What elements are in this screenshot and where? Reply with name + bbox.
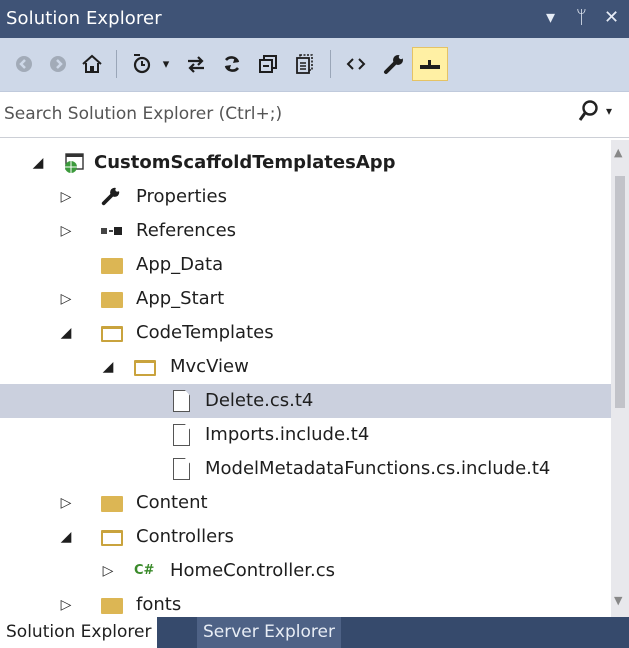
tree-item-label: App_Data: [136, 254, 224, 275]
pin-icon[interactable]: ᛘ: [576, 7, 587, 28]
expand-triangle-icon[interactable]: ◢: [30, 153, 46, 173]
folder-icon: [101, 292, 123, 308]
folder-open-icon: [101, 326, 123, 342]
show-all-files-icon: [296, 54, 313, 74]
pending-changes-dropdown[interactable]: ▾: [156, 47, 176, 81]
folder-icon: [101, 598, 123, 614]
csharp-file-icon: C#: [134, 563, 155, 578]
refresh-button[interactable]: [214, 47, 250, 81]
search-options-dropdown-icon[interactable]: ▾: [606, 104, 612, 118]
collapse-all-button[interactable]: [250, 47, 286, 81]
tree-item-app-start[interactable]: ▷ App_Start: [0, 282, 611, 316]
tree-item-label: Imports.include.t4: [205, 424, 370, 445]
file-icon: [173, 424, 190, 446]
search-input[interactable]: [4, 100, 564, 128]
tab-solution-explorer[interactable]: Solution Explorer: [0, 617, 158, 648]
references-icon: [100, 219, 124, 243]
folder-icon: [101, 258, 123, 274]
forward-button[interactable]: [40, 47, 76, 81]
tree-item-label: Controllers: [136, 526, 234, 547]
tree-item-delete-cs-t4[interactable]: Delete.cs.t4: [0, 384, 611, 418]
solution-tree: ◢ CustomScaffoldTemplatesApp ▷ Propertie…: [0, 140, 611, 617]
tree-item-label: Delete.cs.t4: [205, 390, 314, 411]
close-icon[interactable]: ✕: [604, 7, 619, 28]
tab-server-explorer[interactable]: Server Explorer: [197, 617, 341, 648]
tree-item-codetemplates[interactable]: ◢ CodeTemplates: [0, 316, 611, 350]
wrench-icon: [100, 185, 124, 209]
sync-active-document-button[interactable]: [178, 47, 214, 81]
tree-item-app-data[interactable]: App_Data: [0, 248, 611, 282]
web-project-icon: [62, 151, 86, 175]
pending-changes-icon: [133, 54, 151, 74]
sync-icon: [188, 56, 204, 73]
tree-item-label: MvcView: [170, 356, 249, 377]
tree-item-references[interactable]: ▷ References: [0, 214, 611, 248]
search-icon[interactable]: [578, 98, 600, 130]
toolbar-separator: [330, 50, 331, 78]
tree-item-mvcview[interactable]: ◢ MvcView: [0, 350, 611, 384]
pending-changes-filter-button[interactable]: [124, 47, 160, 81]
expand-triangle-icon[interactable]: ◢: [58, 323, 74, 343]
toolbar-separator: [116, 50, 117, 78]
tree-item-label: Content: [136, 492, 208, 513]
collapse-triangle-icon[interactable]: ▷: [58, 595, 74, 615]
expand-triangle-icon[interactable]: ◢: [100, 357, 116, 377]
tree-item-properties[interactable]: ▷ Properties: [0, 180, 611, 214]
folder-open-icon: [101, 530, 123, 546]
tree-item-label: ModelMetadataFunctions.cs.include.t4: [205, 458, 551, 479]
home-icon: [82, 54, 102, 73]
file-icon: [173, 390, 190, 412]
collapse-triangle-icon[interactable]: ▷: [58, 187, 74, 207]
title-bar: Solution Explorer ▾ ᛘ ✕: [0, 0, 629, 38]
tree-item-homecontroller[interactable]: ▷ C# HomeController.cs: [0, 554, 611, 588]
properties-button[interactable]: [376, 47, 412, 81]
tree-item-imports-include-t4[interactable]: Imports.include.t4: [0, 418, 611, 452]
scroll-up-icon[interactable]: ▲: [614, 146, 622, 159]
collapse-triangle-icon[interactable]: ▷: [100, 561, 116, 581]
tree-item-label: References: [136, 220, 237, 241]
view-code-button[interactable]: [338, 47, 374, 81]
show-all-files-button[interactable]: [286, 47, 322, 81]
file-icon: [173, 458, 190, 480]
back-icon: [16, 56, 32, 72]
window-title: Solution Explorer: [6, 8, 162, 29]
expand-triangle-icon[interactable]: ◢: [58, 527, 74, 547]
tree-item-label: CustomScaffoldTemplatesApp: [94, 152, 396, 173]
toolbar: ▾: [0, 38, 629, 92]
folder-open-icon: [134, 360, 156, 376]
tree-item-controllers[interactable]: ◢ Controllers: [0, 520, 611, 554]
tool-window-tabs: Solution Explorer Server Explorer: [0, 617, 629, 648]
collapse-triangle-icon[interactable]: ▷: [58, 493, 74, 513]
back-button[interactable]: [6, 47, 42, 81]
home-button[interactable]: [74, 47, 110, 81]
tree-item-label: CodeTemplates: [136, 322, 274, 343]
preview-icon: [420, 60, 440, 69]
window-menu-dropdown-icon[interactable]: ▾: [546, 7, 555, 28]
refresh-icon: [224, 56, 240, 72]
tree-item-label: fonts: [136, 594, 182, 615]
tree-item-label: HomeController.cs: [170, 560, 336, 581]
scroll-down-icon[interactable]: ▼: [614, 594, 622, 607]
code-icon: [346, 58, 366, 70]
tree-item-modelmetadatafunctions[interactable]: ModelMetadataFunctions.cs.include.t4: [0, 452, 611, 486]
folder-icon: [101, 496, 123, 512]
wrench-icon: [384, 54, 404, 74]
search-box: ▾: [0, 92, 629, 138]
tree-item-content[interactable]: ▷ Content: [0, 486, 611, 520]
tree-item-fonts[interactable]: ▷ fonts: [0, 588, 611, 617]
collapse-triangle-icon[interactable]: ▷: [58, 221, 74, 241]
tree-item-project[interactable]: ◢ CustomScaffoldTemplatesApp: [0, 146, 611, 180]
forward-icon: [50, 56, 66, 72]
vertical-scrollbar[interactable]: ▲ ▼: [611, 140, 629, 617]
tree-item-label: App_Start: [136, 288, 225, 309]
collapse-triangle-icon[interactable]: ▷: [58, 289, 74, 309]
collapse-all-icon: [259, 55, 277, 73]
scrollbar-thumb[interactable]: [615, 176, 625, 408]
chevron-down-icon: ▾: [162, 56, 170, 72]
tree-item-label: Properties: [136, 186, 227, 207]
preview-selected-items-button[interactable]: [412, 47, 448, 81]
